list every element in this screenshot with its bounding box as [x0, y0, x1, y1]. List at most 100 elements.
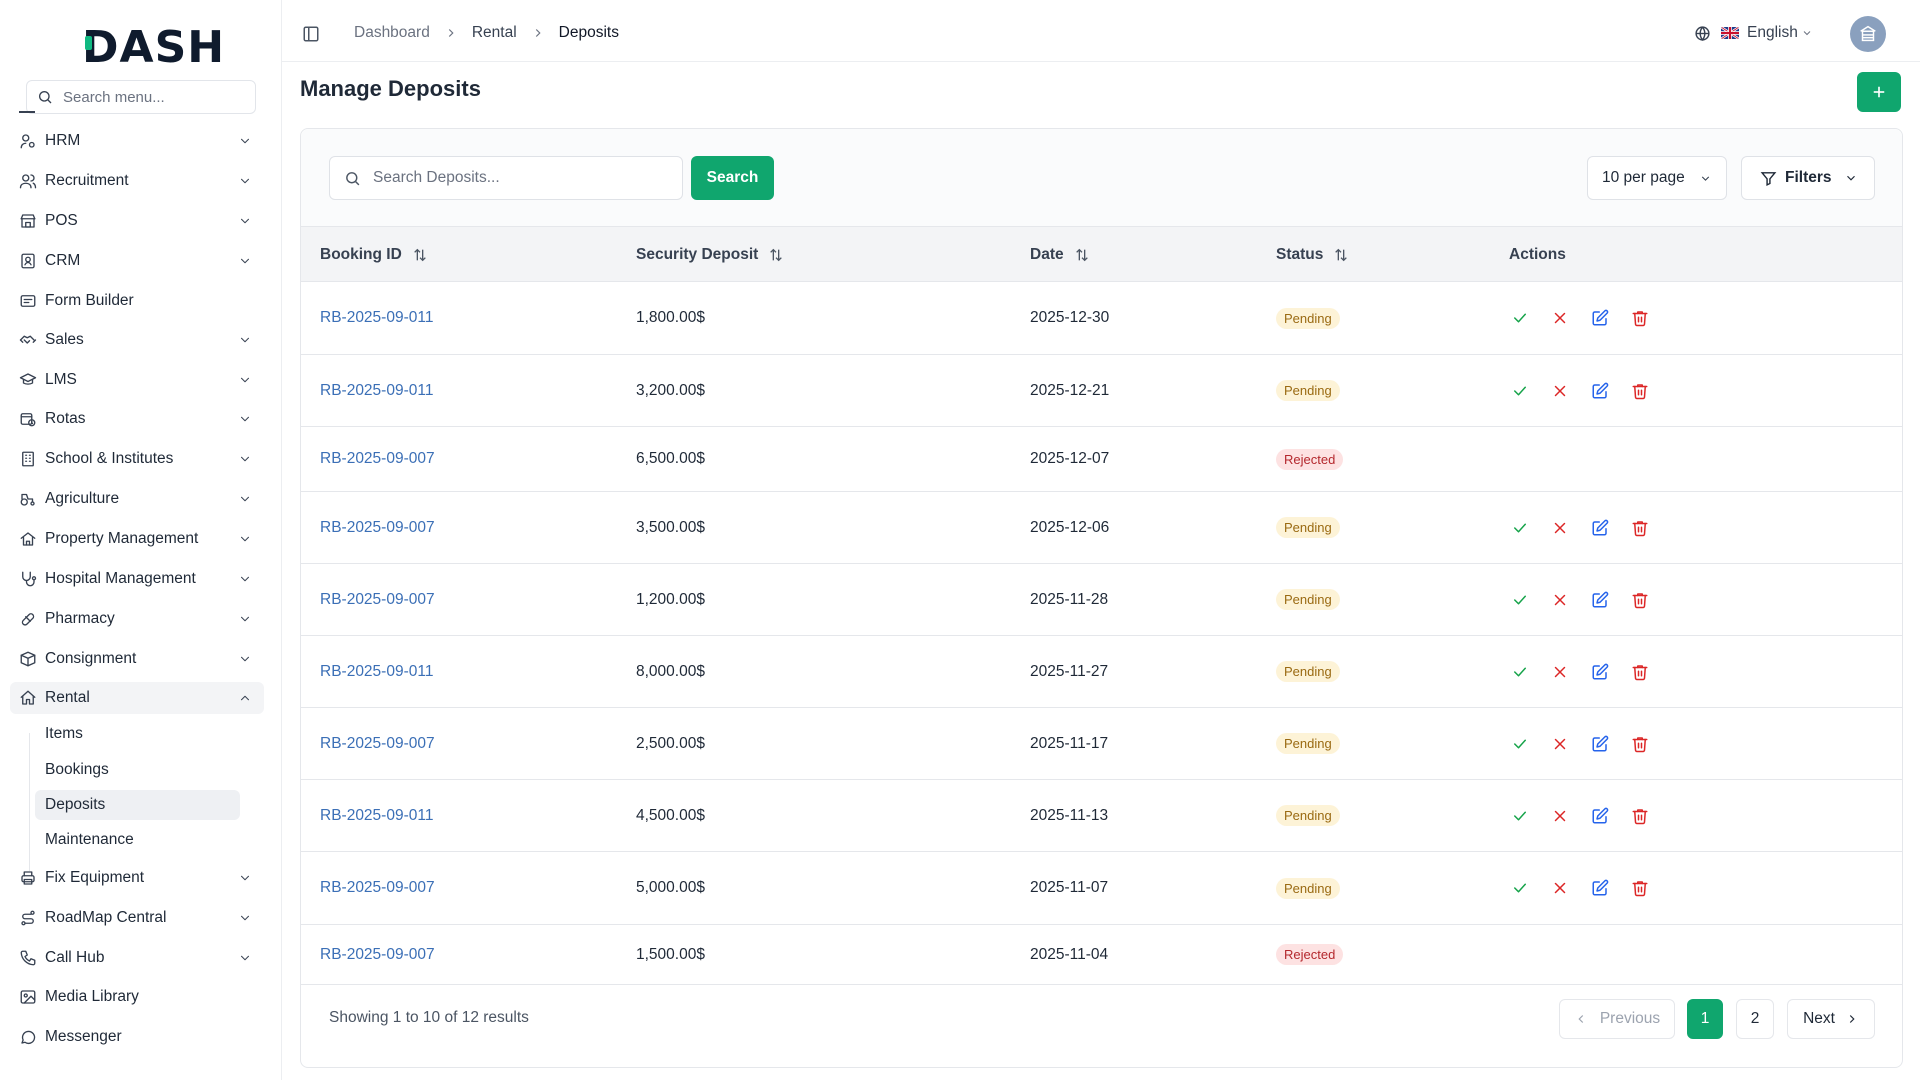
- sidebar-item-rental[interactable]: Rental: [10, 682, 264, 714]
- sidebar-item-crm[interactable]: CRM: [10, 245, 264, 277]
- approve-check-icon[interactable]: [1511, 663, 1529, 681]
- trash-icon[interactable]: [1631, 879, 1649, 897]
- per-page-select[interactable]: 10 per page: [1587, 156, 1727, 200]
- approve-check-icon[interactable]: [1511, 807, 1529, 825]
- sidebar-item-pharmacy[interactable]: Pharmacy: [10, 603, 264, 635]
- deposit-search-input[interactable]: [373, 169, 673, 187]
- sidebar-item-consignment[interactable]: Consignment: [10, 643, 264, 675]
- sidebar-subitem-items[interactable]: Items: [35, 719, 240, 749]
- booking-id-link[interactable]: RB-2025-09-011: [320, 282, 433, 354]
- sidebar-toggle-icon[interactable]: [302, 25, 320, 43]
- user-avatar[interactable]: [1850, 16, 1886, 52]
- trash-icon[interactable]: [1631, 382, 1649, 400]
- language-selector[interactable]: English: [1694, 24, 1813, 42]
- status-badge: Pending: [1276, 308, 1340, 329]
- reject-x-icon[interactable]: [1551, 879, 1569, 897]
- sidebar-item-sales[interactable]: Sales: [10, 324, 264, 356]
- chevron-down-icon: [238, 452, 252, 466]
- booking-id-link[interactable]: RB-2025-09-007: [320, 708, 435, 779]
- trash-icon[interactable]: [1631, 663, 1649, 681]
- page-2-button[interactable]: 2: [1736, 999, 1774, 1039]
- reject-x-icon[interactable]: [1551, 807, 1569, 825]
- chevron-down-icon: [1844, 171, 1858, 185]
- sidebar-item-media-library[interactable]: Media Library: [10, 981, 264, 1013]
- table-row: RB-2025-09-0075,000.00$2025-11-07Pending: [301, 852, 1902, 925]
- column-date[interactable]: Date: [1030, 227, 1090, 282]
- sidebar-item-messenger[interactable]: Messenger: [10, 1021, 264, 1053]
- edit-icon[interactable]: [1591, 382, 1609, 400]
- reject-x-icon[interactable]: [1551, 309, 1569, 327]
- deposit-search[interactable]: [329, 156, 683, 200]
- trash-icon[interactable]: [1631, 519, 1649, 537]
- booking-id-link[interactable]: RB-2025-09-007: [320, 564, 435, 635]
- sidebar-subitem-bookings[interactable]: Bookings: [35, 755, 240, 785]
- users-icon: [19, 172, 37, 190]
- breadcrumb-dashboard[interactable]: Dashboard: [354, 24, 430, 42]
- status-badge: Rejected: [1276, 449, 1343, 470]
- trash-icon[interactable]: [1631, 309, 1649, 327]
- booking-id-link[interactable]: RB-2025-09-011: [320, 636, 433, 707]
- column-booking-id[interactable]: Booking ID: [320, 227, 428, 282]
- approve-check-icon[interactable]: [1511, 591, 1529, 609]
- trash-icon[interactable]: [1631, 807, 1649, 825]
- chevron-down-icon: [238, 911, 252, 925]
- sidebar-item-hospital-management[interactable]: Hospital Management: [10, 563, 264, 595]
- page-1-button[interactable]: 1: [1687, 999, 1723, 1039]
- booking-id-link[interactable]: RB-2025-09-011: [320, 355, 433, 426]
- sidebar-item-hrm[interactable]: HRM: [10, 125, 264, 157]
- booking-id-link[interactable]: RB-2025-09-007: [320, 492, 435, 563]
- approve-check-icon[interactable]: [1511, 519, 1529, 537]
- booking-id-link[interactable]: RB-2025-09-007: [320, 925, 435, 984]
- reject-x-icon[interactable]: [1551, 591, 1569, 609]
- sidebar-item-label: School & Institutes: [45, 450, 173, 468]
- filters-button[interactable]: Filters: [1741, 156, 1875, 200]
- approve-check-icon[interactable]: [1511, 382, 1529, 400]
- column-security-deposit[interactable]: Security Deposit: [636, 227, 784, 282]
- column-status[interactable]: Status: [1276, 227, 1349, 282]
- sidebar-subitem-deposits[interactable]: Deposits: [35, 790, 240, 820]
- edit-icon[interactable]: [1591, 591, 1609, 609]
- home-icon: [19, 689, 37, 707]
- sidebar-item-school-and-institutes[interactable]: School & Institutes: [10, 443, 264, 475]
- sidebar-item-property-management[interactable]: Property Management: [10, 523, 264, 555]
- edit-icon[interactable]: [1591, 735, 1609, 753]
- trash-icon[interactable]: [1631, 735, 1649, 753]
- sidebar-item-recruitment[interactable]: Recruitment: [10, 165, 264, 197]
- booking-id-link[interactable]: RB-2025-09-007: [320, 427, 435, 491]
- booking-id-link[interactable]: RB-2025-09-007: [320, 852, 435, 924]
- sidebar-item-form-builder[interactable]: Form Builder: [10, 285, 264, 317]
- menu-search-input[interactable]: [63, 89, 243, 106]
- breadcrumb: Dashboard Rental Deposits: [354, 24, 619, 42]
- sidebar-subitem-maintenance[interactable]: Maintenance: [35, 825, 240, 855]
- reject-x-icon[interactable]: [1551, 519, 1569, 537]
- edit-icon[interactable]: [1591, 519, 1609, 537]
- next-page-button[interactable]: Next: [1787, 999, 1875, 1039]
- edit-icon[interactable]: [1591, 807, 1609, 825]
- reject-x-icon[interactable]: [1551, 735, 1569, 753]
- previous-page-button[interactable]: Previous: [1559, 999, 1675, 1039]
- add-deposit-button[interactable]: [1857, 72, 1901, 112]
- search-button[interactable]: Search: [691, 156, 774, 200]
- reject-x-icon[interactable]: [1551, 382, 1569, 400]
- sidebar-item-call-hub[interactable]: Call Hub: [10, 942, 264, 974]
- breadcrumb-rental[interactable]: Rental: [472, 24, 517, 42]
- edit-icon[interactable]: [1591, 309, 1609, 327]
- trash-icon[interactable]: [1631, 591, 1649, 609]
- approve-check-icon[interactable]: [1511, 879, 1529, 897]
- sidebar-item-label: Recruitment: [45, 172, 129, 190]
- sidebar: DASH HRM Recruitment POS CRM Form Builder Sal…: [0, 0, 282, 1080]
- approve-check-icon[interactable]: [1511, 735, 1529, 753]
- sidebar-item-roadmap-central[interactable]: RoadMap Central: [10, 902, 264, 934]
- sidebar-item-agriculture[interactable]: Agriculture: [10, 483, 264, 515]
- sidebar-item-rotas[interactable]: Rotas: [10, 403, 264, 435]
- edit-icon[interactable]: [1591, 879, 1609, 897]
- chevron-right-icon: [444, 26, 458, 40]
- reject-x-icon[interactable]: [1551, 663, 1569, 681]
- dash-logo[interactable]: DASH: [82, 22, 225, 73]
- sidebar-item-fix-equipment[interactable]: Fix Equipment: [10, 862, 264, 894]
- sidebar-item-lms[interactable]: LMS: [10, 364, 264, 396]
- edit-icon[interactable]: [1591, 663, 1609, 681]
- booking-id-link[interactable]: RB-2025-09-011: [320, 780, 433, 851]
- sidebar-item-pos[interactable]: POS: [10, 205, 264, 237]
- approve-check-icon[interactable]: [1511, 309, 1529, 327]
